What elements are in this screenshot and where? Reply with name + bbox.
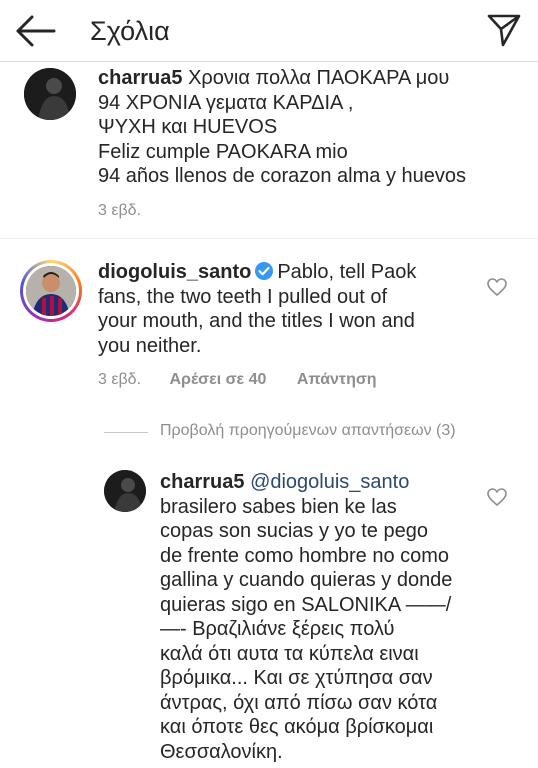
mention-link[interactable]: @diogoluis_santo bbox=[250, 471, 409, 493]
avatar[interactable] bbox=[24, 68, 76, 120]
view-previous-replies-link[interactable]: Προβολή προηγούμενων απαντήσεων (3) bbox=[160, 421, 456, 441]
page-title: Σχόλια bbox=[90, 16, 170, 46]
likes-count[interactable]: Αρέσει σε 40 bbox=[169, 371, 266, 388]
heart-icon[interactable] bbox=[486, 277, 508, 297]
comment-username[interactable]: charrua5 bbox=[160, 471, 245, 493]
comment-text: charrua5 Χρονια πολλα ΠΑΟΚΑΡΑ μου 94 ΧΡΟ… bbox=[98, 67, 467, 187]
top-bar: Σχόλια bbox=[0, 0, 538, 62]
avatar[interactable] bbox=[104, 470, 146, 512]
paper-plane-icon[interactable] bbox=[486, 12, 522, 48]
arrow-left-icon[interactable] bbox=[14, 13, 56, 49]
comment-meta: 3 εβδ. Αρέσει σε 40 Απάντηση bbox=[98, 370, 377, 390]
avatar[interactable] bbox=[26, 266, 76, 316]
reply-button[interactable]: Απάντηση bbox=[297, 371, 377, 388]
divider bbox=[104, 432, 148, 433]
comment-timestamp: 3 εβδ. bbox=[98, 202, 142, 219]
verified-badge-icon bbox=[255, 262, 274, 280]
divider bbox=[0, 238, 538, 239]
avatar-story-ring[interactable] bbox=[20, 260, 82, 322]
reply-text: charrua5 @diogoluis_santo brasilero sabe… bbox=[160, 471, 453, 763]
heart-icon[interactable] bbox=[486, 487, 508, 507]
comment-text: diogoluis_santo Pablo, tell Paok fans, th… bbox=[98, 261, 417, 357]
comment-username[interactable]: diogoluis_santo bbox=[98, 261, 251, 283]
comment-username[interactable]: charrua5 bbox=[98, 67, 183, 89]
comment-timestamp: 3 εβδ. bbox=[98, 371, 142, 388]
